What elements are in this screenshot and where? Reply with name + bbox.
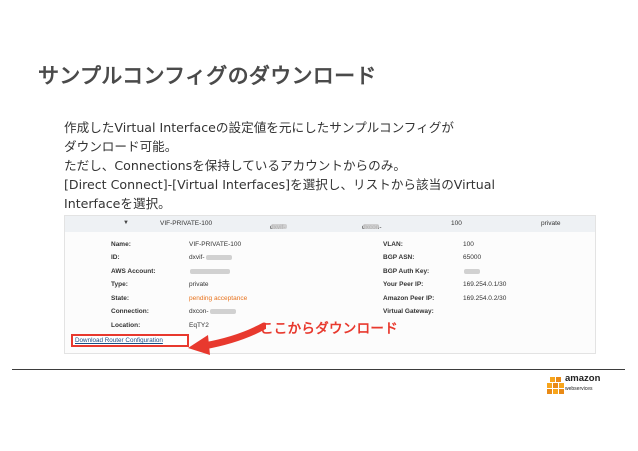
slide-body: 作成したVirtual Interfaceの設定値を元にしたサンプルコンフィグが… bbox=[64, 118, 495, 213]
value-your-peer-ip: 169.254.0.1/30 bbox=[463, 281, 507, 288]
value-bgp-auth-key bbox=[463, 268, 480, 275]
label-virtual-gateway: Virtual Gateway: bbox=[383, 308, 434, 315]
label-your-peer-ip: Your Peer IP: bbox=[383, 281, 424, 288]
row-name: VIF-PRIVATE-100 bbox=[160, 220, 213, 227]
value-amazon-peer-ip: 169.254.0.2/30 bbox=[463, 295, 507, 302]
logo-wordmark: amazon bbox=[565, 373, 601, 384]
body-line: ただし、Connectionsを保持しているアカウントからのみ。 bbox=[64, 158, 406, 173]
value-vlan: 100 bbox=[463, 241, 474, 248]
logo-subtext: webservices bbox=[565, 386, 593, 392]
label-vlan: VLAN: bbox=[383, 241, 403, 248]
value-id: dxvif- bbox=[189, 254, 232, 261]
body-line: [Direct Connect]-[Virtual Interfaces]を選択… bbox=[64, 177, 495, 192]
footer-divider bbox=[12, 369, 625, 370]
download-router-configuration-button[interactable]: Download Router Configuration bbox=[71, 334, 189, 347]
label-connection: Connection: bbox=[111, 308, 149, 315]
value-name: VIF-PRIVATE-100 bbox=[189, 241, 242, 248]
value-state: pending acceptance bbox=[189, 295, 248, 302]
row-vlan: 100 bbox=[451, 220, 462, 227]
download-router-configuration-link[interactable]: Download Router Configuration bbox=[75, 337, 163, 344]
row-type: private bbox=[541, 220, 561, 227]
label-location: Location: bbox=[111, 322, 141, 329]
value-type: private bbox=[189, 281, 209, 288]
label-bgp-auth-key: BGP Auth Key: bbox=[383, 268, 430, 275]
slide-title: サンプルコンフィグのダウンロード bbox=[38, 64, 377, 88]
body-line: ダウンロード可能。 bbox=[64, 139, 178, 154]
value-connection: dxcon- bbox=[189, 308, 236, 315]
label-aws-account: AWS Account: bbox=[111, 268, 156, 275]
label-id: ID: bbox=[111, 254, 120, 261]
download-callout: ここからダウンロード bbox=[260, 321, 398, 337]
label-type: Type: bbox=[111, 281, 128, 288]
label-bgp-asn: BGP ASN: bbox=[383, 254, 415, 261]
body-line: 作成したVirtual Interfaceの設定値を元にしたサンプルコンフィグが bbox=[64, 120, 454, 135]
label-amazon-peer-ip: Amazon Peer IP: bbox=[383, 295, 435, 302]
label-name: Name: bbox=[111, 241, 131, 248]
red-arrow-icon bbox=[188, 322, 266, 355]
body-line: Interfaceを選択。 bbox=[64, 196, 171, 211]
expand-caret-icon[interactable]: ▼ bbox=[123, 220, 129, 226]
value-bgp-asn: 65000 bbox=[463, 254, 482, 261]
virtual-interface-row[interactable]: ▼ VIF-PRIVATE-100 dxvif- dxcon- 100 priv… bbox=[65, 216, 595, 233]
label-state: State: bbox=[111, 295, 130, 302]
value-aws-account bbox=[189, 268, 230, 275]
